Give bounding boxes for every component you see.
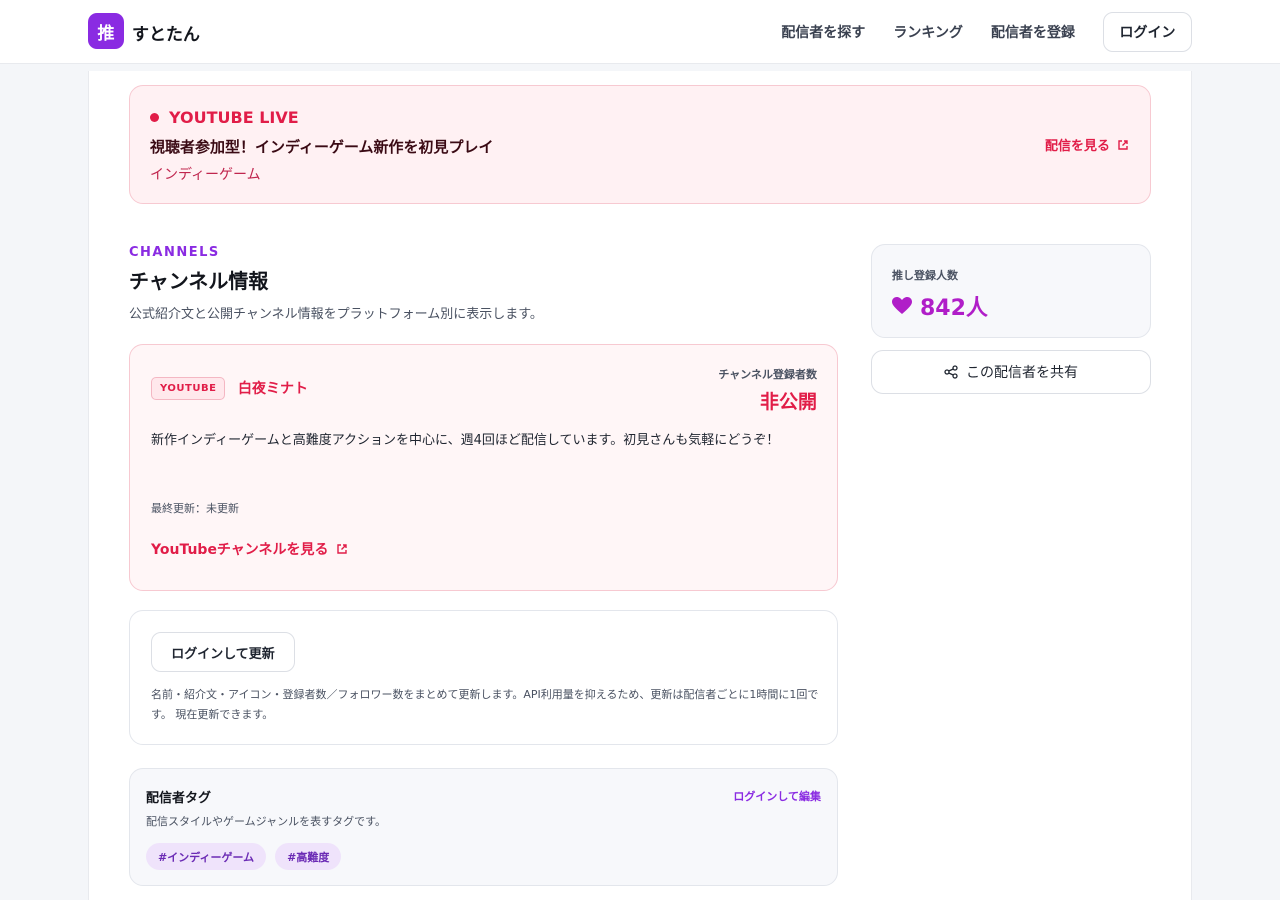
- nav-find-streamers[interactable]: 配信者を探す: [781, 22, 865, 42]
- channel-name: 白夜ミナト: [238, 381, 308, 397]
- login-to-edit-link[interactable]: ログインして編集: [733, 788, 821, 804]
- nav-register-streamer[interactable]: 配信者を登録: [991, 22, 1075, 42]
- heart-icon: [892, 297, 912, 314]
- share-icon: [944, 365, 958, 379]
- top-nav: 配信者を探す ランキング 配信者を登録 ログイン: [781, 12, 1192, 52]
- fan-count-number: 842人: [920, 296, 988, 321]
- external-link-icon: [336, 544, 347, 554]
- tags-description: 配信スタイルやゲームジャンルを表すタグです。: [146, 815, 387, 828]
- site-header: 推 すとたん 配信者を探す ランキング 配信者を登録 ログイン: [0, 0, 1280, 64]
- tag-chip[interactable]: #高難度: [275, 843, 342, 870]
- tags-title: 配信者タグ: [146, 791, 212, 806]
- youtube-channel-link-label: YouTubeチャンネルを見る: [151, 542, 329, 558]
- live-dot-icon: [150, 113, 159, 122]
- live-title: 視聴者参加型！インディーゲーム新作を初見プレイ: [150, 138, 494, 156]
- nav-ranking[interactable]: ランキング: [893, 22, 963, 42]
- section-description: 公式紹介文と公開チャンネル情報をプラットフォーム別に表示します。: [129, 307, 543, 322]
- login-to-update-button[interactable]: ログインして更新: [151, 632, 295, 672]
- live-banner: YOUTUBE LIVE 視聴者参加型！インディーゲーム新作を初見プレイ インデ…: [129, 85, 1151, 204]
- live-genre: インディーゲーム: [150, 167, 261, 183]
- fan-count-value: 842人: [892, 290, 988, 322]
- fan-count-card: 推し登録人数 842人: [871, 244, 1151, 338]
- share-streamer-button[interactable]: この配信者を共有: [871, 350, 1151, 394]
- share-label: この配信者を共有: [966, 364, 1078, 380]
- channel-description: 新作インディーゲームと高難度アクションを中心に、週4回ほど配信しています。初見さ…: [151, 433, 780, 448]
- tags-list: #インディーゲーム #高難度: [146, 843, 350, 870]
- logo-badge-icon[interactable]: 推: [88, 13, 124, 49]
- subscribers-value: 非公開: [759, 391, 817, 413]
- last-updated: 最終更新：未更新: [151, 502, 239, 515]
- tags-card: 配信者タグ ログインして編集 配信スタイルやゲームジャンルを表すタグです。 #イ…: [129, 768, 838, 886]
- youtube-channel-card: YOUTUBE 白夜ミナト チャンネル登録者数 非公開 新作インディーゲームと高…: [129, 344, 838, 591]
- update-card: ログインして更新 名前・紹介文・アイコン・登録者数／フォロワー数をまとめて更新し…: [129, 610, 838, 745]
- live-platform-label: YOUTUBE LIVE: [169, 108, 299, 127]
- tag-chip[interactable]: #インディーゲーム: [146, 843, 267, 870]
- brand-name[interactable]: すとたん: [132, 20, 200, 45]
- live-label: YOUTUBE LIVE: [150, 108, 299, 127]
- login-button[interactable]: ログイン: [1103, 12, 1192, 52]
- watch-stream-label: 配信を見る: [1044, 139, 1110, 154]
- section-eyebrow: CHANNELS: [129, 245, 220, 260]
- youtube-channel-link[interactable]: YouTubeチャンネルを見る: [151, 539, 347, 559]
- update-note: 名前・紹介文・アイコン・登録者数／フォロワー数をまとめて更新します。API利用量…: [151, 688, 819, 721]
- watch-stream-link[interactable]: 配信を見る: [1045, 135, 1128, 154]
- platform-badge: YOUTUBE: [151, 377, 226, 400]
- external-link-icon: [1118, 139, 1128, 150]
- subscribers-label: チャンネル登録者数: [718, 368, 817, 381]
- section-title: チャンネル情報: [129, 269, 269, 293]
- fan-count-label: 推し登録人数: [892, 269, 958, 282]
